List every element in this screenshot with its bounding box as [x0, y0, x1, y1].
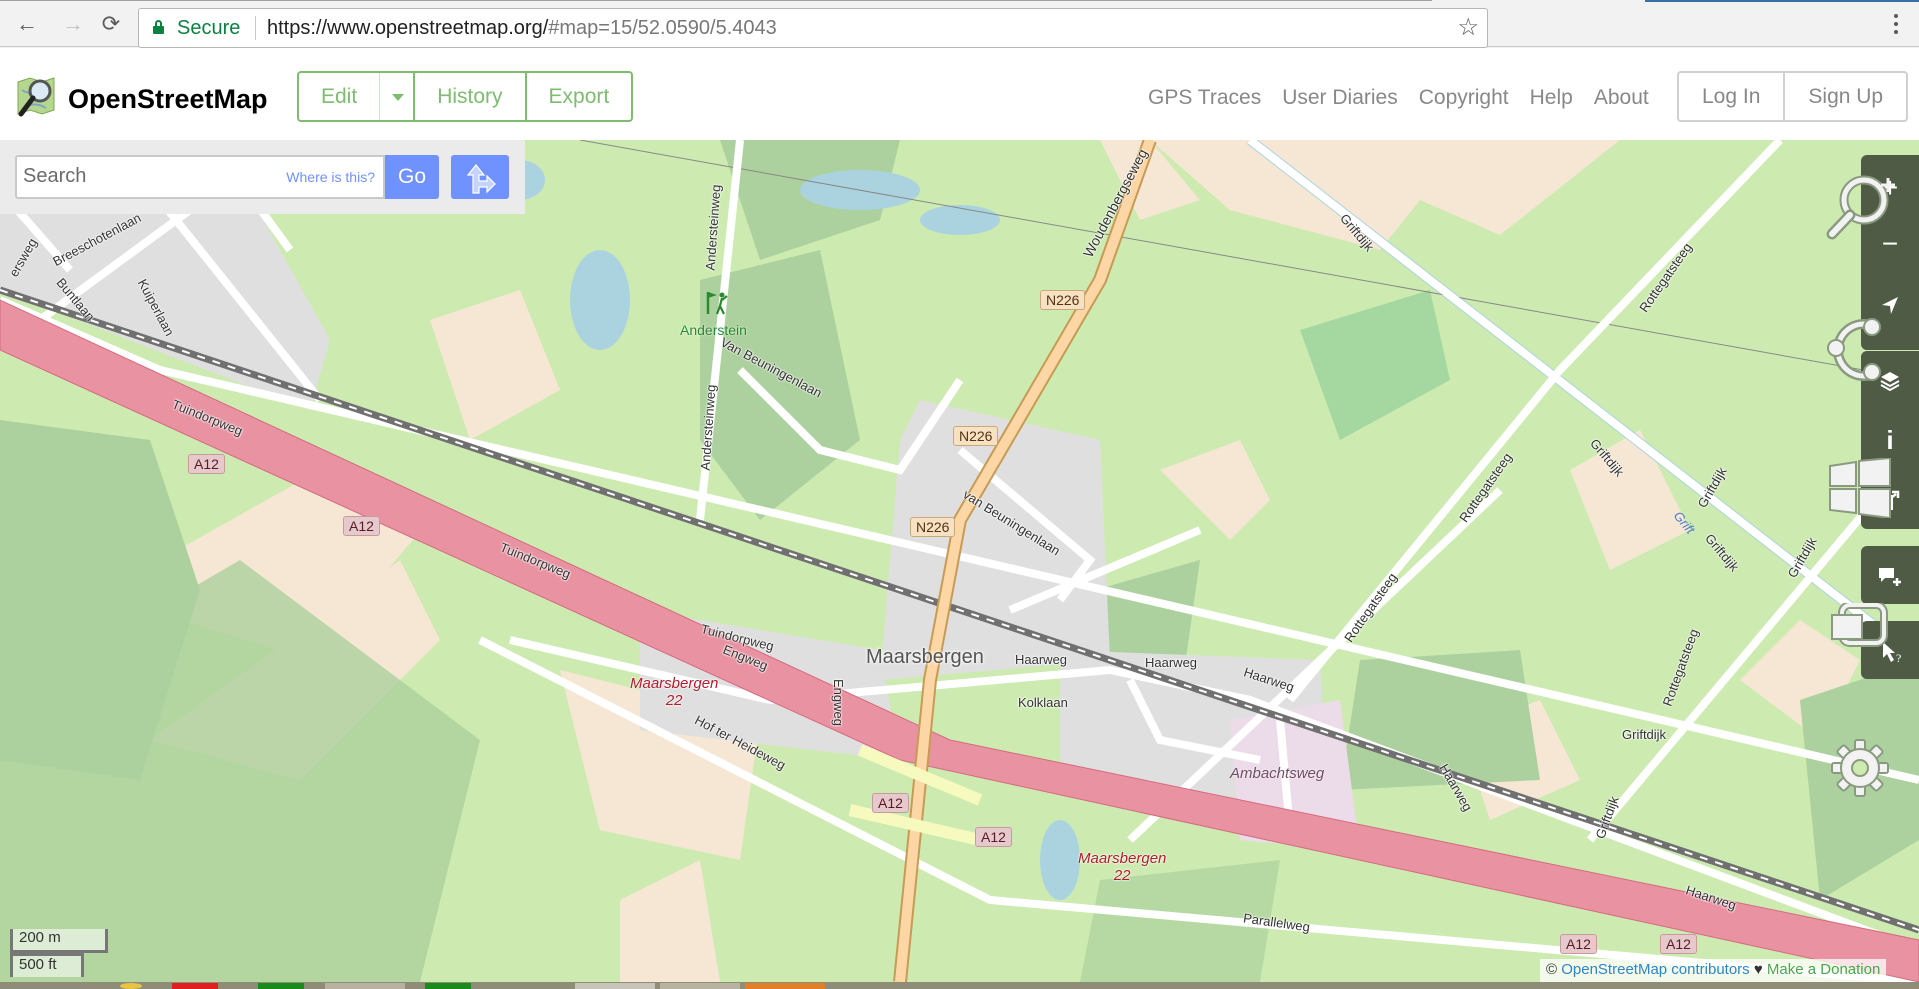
search-go-button[interactable]: Go: [385, 155, 439, 199]
farmland-area: [1160, 440, 1270, 540]
copyright-symbol: ©: [1546, 961, 1558, 978]
bookmark-star-icon[interactable]: ☆: [1457, 13, 1479, 42]
scale-metric: 200 m: [10, 929, 108, 953]
map-key-button[interactable]: i: [1861, 420, 1919, 460]
site-header: OpenStreetMap Edit History Export GPS Tr…: [0, 48, 1919, 140]
farmland-area: [1150, 140, 1620, 250]
road-shield-a12: A12: [188, 454, 225, 474]
magnifier-overlay-icon[interactable]: [1826, 170, 1906, 250]
edit-button[interactable]: Edit: [299, 73, 381, 120]
farmland-area: [430, 290, 560, 440]
farmland-area: [620, 860, 720, 982]
taskbar-app-icon[interactable]: [745, 983, 825, 989]
search-input[interactable]: [23, 165, 273, 188]
golf-icon: [706, 292, 728, 315]
directions-icon: [466, 164, 496, 194]
scale-imperial: 500 ft: [10, 953, 84, 977]
road-shield-a12: A12: [1660, 934, 1697, 954]
share-nodes-overlay-icon[interactable]: [1826, 315, 1896, 385]
water-area: [570, 250, 630, 350]
motorway-exit-label: Maarsbergen 22: [1078, 850, 1167, 884]
directions-button[interactable]: [451, 155, 509, 199]
edit-button-group: Edit History Export: [297, 71, 634, 122]
taskbar-app-icon[interactable]: [120, 983, 142, 989]
window-switch-overlay-icon[interactable]: [1830, 603, 1890, 653]
auth-button-group: Log In Sign Up: [1677, 71, 1909, 122]
search-panel: Where is this? Go: [0, 140, 525, 214]
osm-logo-icon[interactable]: [16, 76, 56, 118]
osm-contributors-link[interactable]: OpenStreetMap contributors: [1561, 961, 1749, 978]
map-attribution: © OpenStreetMap contributors ♥ Make a Do…: [1540, 959, 1887, 982]
address-separator: [255, 16, 256, 40]
windows-overlay-icon[interactable]: [1828, 458, 1894, 518]
brand-name[interactable]: OpenStreetMap: [68, 84, 268, 115]
url-fragment: #map=15/52.0590/5.4043: [548, 17, 777, 39]
road-shield-n226: N226: [953, 426, 999, 446]
tab-strip-edge: [0, 0, 1919, 2]
water-area: [920, 205, 1000, 235]
town-label: Maarsbergen: [866, 646, 984, 668]
map-canvas[interactable]: ersweg Breeschotenlaan Buntlaan Kuiperla…: [0, 140, 1919, 982]
meadow-area: [1300, 290, 1450, 440]
taskbar-app-icon[interactable]: [258, 983, 304, 989]
settings-gear-icon[interactable]: [1830, 738, 1890, 798]
taskbar-app-icon[interactable]: [325, 983, 405, 989]
svg-text:?: ?: [1896, 651, 1901, 664]
heart-icon: ♥: [1753, 961, 1763, 978]
water-area: [1040, 820, 1080, 900]
note-add-icon: [1879, 568, 1901, 586]
history-button[interactable]: History: [415, 73, 527, 120]
signup-button[interactable]: Sign Up: [1785, 73, 1906, 120]
login-button[interactable]: Log In: [1679, 73, 1786, 120]
industrial-label: Ambachtsweg: [1230, 765, 1325, 782]
search-field[interactable]: Where is this?: [15, 155, 385, 199]
motorway-exit-label: Maarsbergen 22: [630, 675, 719, 709]
farmland-area: [1570, 430, 1690, 570]
taskbar-app-icon[interactable]: [575, 983, 655, 989]
road-shield-a12: A12: [343, 516, 380, 536]
nav-gps-traces[interactable]: GPS Traces: [1148, 86, 1261, 110]
forward-button[interactable]: →: [60, 11, 86, 37]
nav-user-diaries[interactable]: User Diaries: [1282, 86, 1398, 110]
browser-menu-icon[interactable]: [1886, 10, 1906, 38]
golf-poi-label: Anderstein: [680, 322, 747, 338]
url-text[interactable]: https://www.openstreetmap.org/#map=15/52…: [267, 17, 777, 40]
taskbar-app-icon[interactable]: [172, 983, 218, 989]
back-button[interactable]: ←: [14, 11, 40, 37]
info-icon: i: [1886, 425, 1894, 455]
taskbar-app-icon[interactable]: [660, 983, 740, 989]
where-is-this-link[interactable]: Where is this?: [286, 169, 375, 185]
url-base: https://www.openstreetmap.org/: [267, 17, 549, 39]
secondary-nav: GPS Traces User Diaries Copyright Help A…: [1148, 86, 1649, 110]
reload-button[interactable]: ⟳: [98, 11, 124, 37]
road-shield-a12: A12: [872, 793, 909, 813]
os-taskbar: [0, 982, 1919, 989]
road-shield-a12: A12: [975, 827, 1012, 847]
road-shield-a12: A12: [1560, 934, 1597, 954]
chevron-down-icon: [392, 93, 405, 101]
nav-copyright[interactable]: Copyright: [1419, 86, 1509, 110]
lock-icon: [153, 20, 164, 34]
browser-toolbar: ← → ⟳ Secure https://www.openstreetmap.o…: [0, 0, 1919, 48]
road-shield-n226: N226: [1040, 290, 1086, 310]
secure-label: Secure: [177, 17, 241, 39]
road-shield-n226: N226: [910, 517, 956, 537]
nav-help[interactable]: Help: [1530, 86, 1573, 110]
export-button[interactable]: Export: [527, 73, 632, 120]
taskbar-app-icon[interactable]: [425, 983, 471, 989]
address-bar[interactable]: Secure https://www.openstreetmap.org/#ma…: [138, 8, 1488, 48]
donate-link[interactable]: Make a Donation: [1767, 961, 1880, 978]
nav-about[interactable]: About: [1594, 86, 1649, 110]
edit-dropdown-button[interactable]: [380, 73, 416, 120]
add-note-button[interactable]: [1861, 556, 1919, 596]
map-tiles: [0, 140, 1919, 982]
